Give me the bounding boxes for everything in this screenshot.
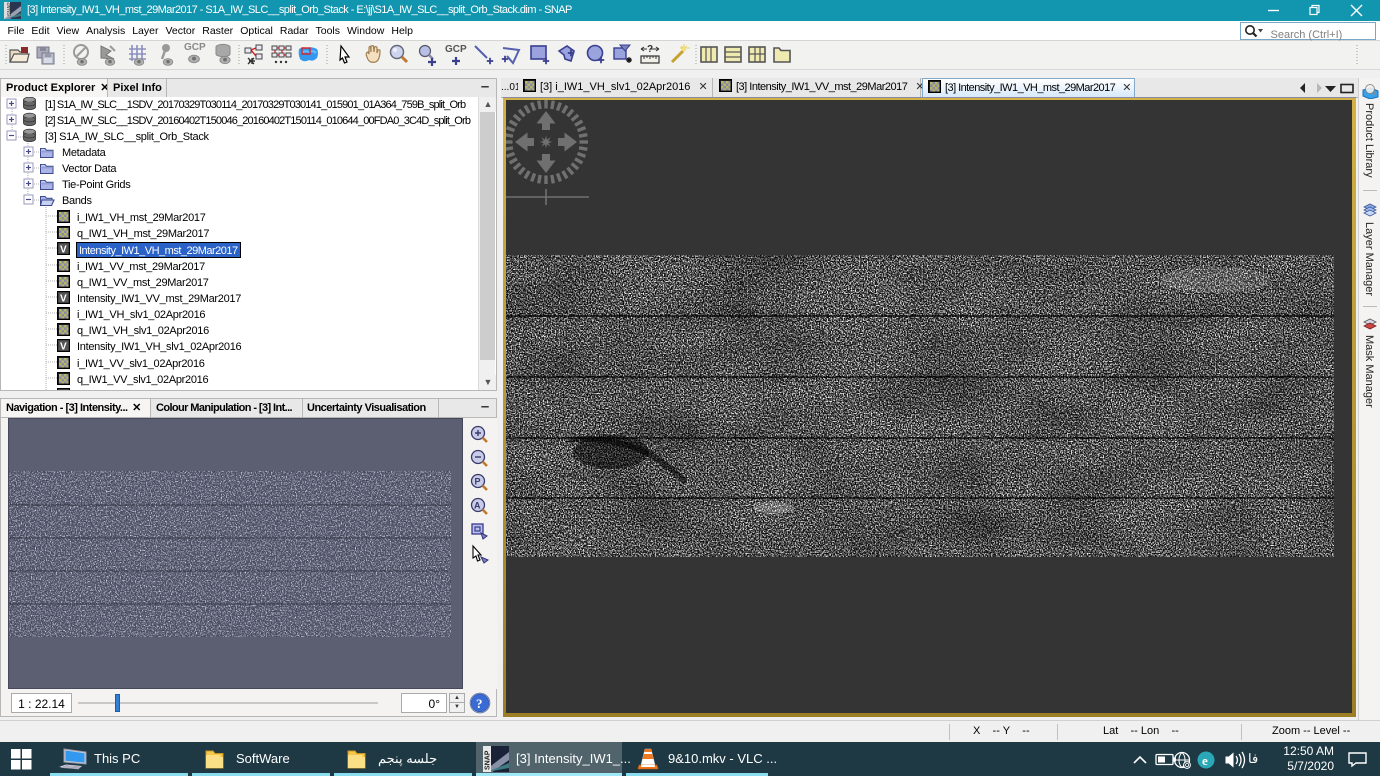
- svg-text:A: A: [474, 501, 481, 511]
- svg-text:GCP: GCP: [184, 42, 206, 53]
- svg-text:?: ?: [476, 696, 483, 711]
- svg-text:SNAP: SNAP: [7, 2, 13, 16]
- svg-text:SNAP: SNAP: [485, 750, 492, 770]
- svg-text:GCP: GCP: [445, 44, 467, 55]
- svg-text:P: P: [475, 477, 481, 487]
- svg-text:e: e: [1202, 753, 1208, 768]
